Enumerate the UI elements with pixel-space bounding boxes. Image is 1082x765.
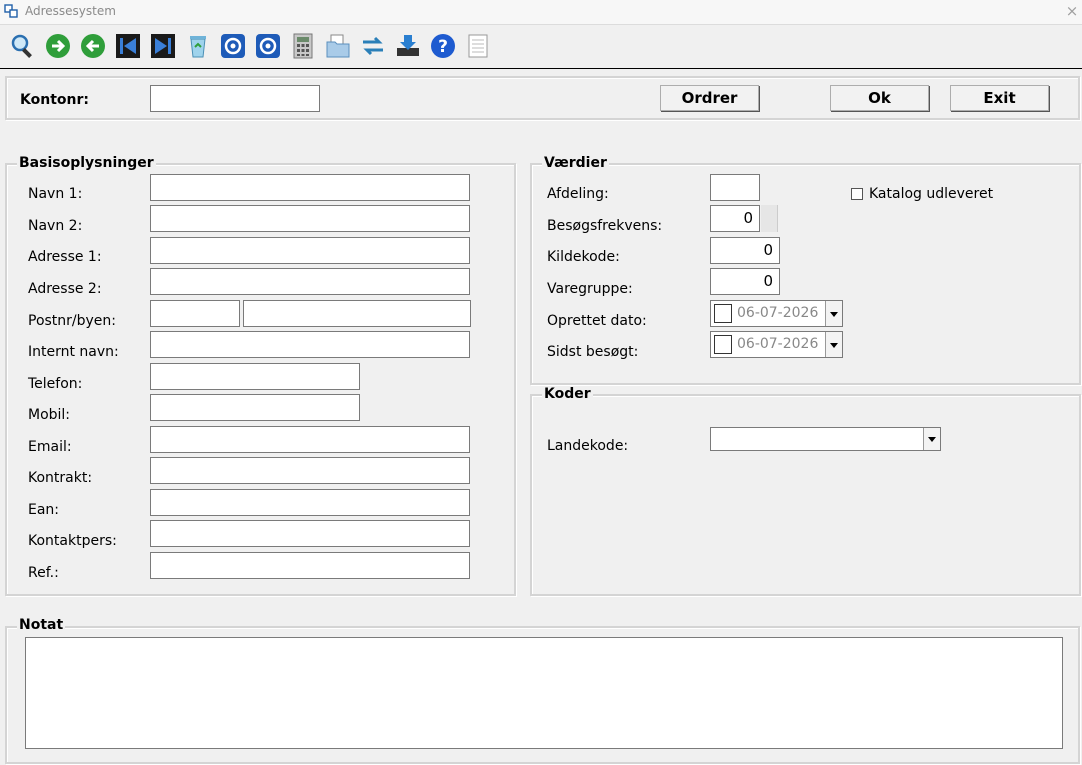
title-bar: Adressesystem ×: [0, 0, 1082, 24]
ref-label: Ref.:: [28, 565, 59, 581]
kontaktpers-input[interactable]: [150, 520, 470, 547]
varegruppe-input[interactable]: 0: [710, 268, 780, 295]
by-input[interactable]: [243, 300, 471, 327]
notepad-icon[interactable]: [465, 33, 491, 59]
mobil-input[interactable]: [150, 394, 360, 421]
ean-label: Ean:: [28, 502, 60, 518]
email-input[interactable]: [150, 426, 470, 453]
navn1-input[interactable]: [150, 174, 470, 201]
ean-input[interactable]: [150, 489, 470, 516]
internt-navn-input[interactable]: [150, 331, 470, 358]
besoegsfrekvens-spinner[interactable]: [761, 205, 778, 232]
open-folder-icon[interactable]: [325, 33, 351, 59]
window-title: Adressesystem: [25, 4, 116, 18]
kontonr-label: Kontonr:: [20, 92, 89, 108]
ordrer-button[interactable]: Ordrer: [660, 85, 759, 111]
kontonr-input[interactable]: [150, 85, 320, 112]
postnr-input[interactable]: [150, 300, 240, 327]
calculator-icon[interactable]: [290, 33, 316, 59]
help-icon[interactable]: ?: [430, 33, 456, 59]
afdeling-input[interactable]: [710, 174, 760, 201]
navn1-label: Navn 1:: [28, 186, 83, 202]
landekode-label: Landekode:: [547, 438, 629, 454]
mobil-label: Mobil:: [28, 407, 71, 423]
recycle-icon[interactable]: [185, 33, 211, 59]
basis-title: Basisoplysninger: [17, 155, 156, 171]
exit-button[interactable]: Exit: [950, 85, 1049, 111]
sidst-besoegt-checkbox[interactable]: [714, 335, 732, 354]
oprettet-dato-label: Oprettet dato:: [547, 313, 647, 329]
sidst-besoegt-picker[interactable]: 06-07-2026: [710, 331, 843, 358]
ok-button[interactable]: Ok: [830, 85, 929, 111]
postnr-label: Postnr/byen:: [28, 313, 117, 329]
kildekode-input[interactable]: 0: [710, 237, 780, 264]
notat-title: Notat: [17, 617, 66, 633]
svg-text:?: ?: [438, 37, 448, 57]
sidst-besoegt-value: 06-07-2026: [737, 336, 819, 352]
telefon-label: Telefon:: [28, 376, 83, 392]
sidst-besoegt-label: Sidst besøgt:: [547, 344, 639, 360]
navn2-input[interactable]: [150, 205, 470, 232]
app-icon: [4, 4, 18, 18]
previous-record-icon[interactable]: [80, 33, 106, 59]
landekode-select[interactable]: [710, 427, 941, 451]
chevron-down-icon[interactable]: [825, 301, 842, 326]
afdeling-label: Afdeling:: [547, 186, 609, 202]
katalog-label: Katalog udleveret: [869, 186, 994, 202]
oprettet-dato-picker[interactable]: 06-07-2026: [710, 300, 843, 327]
koder-group: [530, 394, 1081, 596]
adresse1-input[interactable]: [150, 237, 470, 264]
oprettet-dato-value: 06-07-2026: [737, 305, 819, 321]
kontrakt-input[interactable]: [150, 457, 470, 484]
adresse1-label: Adresse 1:: [28, 249, 102, 265]
kontrakt-label: Kontrakt:: [28, 470, 93, 486]
adresse2-input[interactable]: [150, 268, 470, 295]
download-icon[interactable]: [395, 33, 421, 59]
besoegsfrekvens-label: Besøgsfrekvens:: [547, 218, 663, 234]
notat-textarea[interactable]: [25, 637, 1063, 749]
kontaktpers-label: Kontaktpers:: [28, 533, 117, 549]
first-record-icon[interactable]: [115, 33, 141, 59]
besoegsfrekvens-input[interactable]: 0: [710, 205, 760, 232]
internt-navn-label: Internt navn:: [28, 344, 119, 360]
chevron-down-icon[interactable]: [825, 332, 842, 357]
target-icon[interactable]: [220, 33, 246, 59]
koder-title: Koder: [542, 386, 593, 402]
kildekode-label: Kildekode:: [547, 249, 620, 265]
ref-input[interactable]: [150, 552, 470, 579]
telefon-input[interactable]: [150, 363, 360, 390]
close-icon[interactable]: ×: [1062, 0, 1082, 24]
transfer-icon[interactable]: [360, 33, 386, 59]
search-icon[interactable]: [10, 33, 36, 59]
vaerdier-title: Værdier: [542, 155, 609, 171]
varegruppe-label: Varegruppe:: [547, 281, 633, 297]
target-2-icon[interactable]: [255, 33, 281, 59]
email-label: Email:: [28, 439, 72, 455]
katalog-checkbox[interactable]: [851, 188, 863, 200]
chevron-down-icon[interactable]: [923, 428, 940, 450]
toolbar: ?: [0, 24, 1082, 69]
adresse2-label: Adresse 2:: [28, 281, 102, 297]
last-record-icon[interactable]: [150, 33, 176, 59]
navn2-label: Navn 2:: [28, 218, 83, 234]
next-record-icon[interactable]: [45, 33, 71, 59]
oprettet-dato-checkbox[interactable]: [714, 304, 732, 323]
